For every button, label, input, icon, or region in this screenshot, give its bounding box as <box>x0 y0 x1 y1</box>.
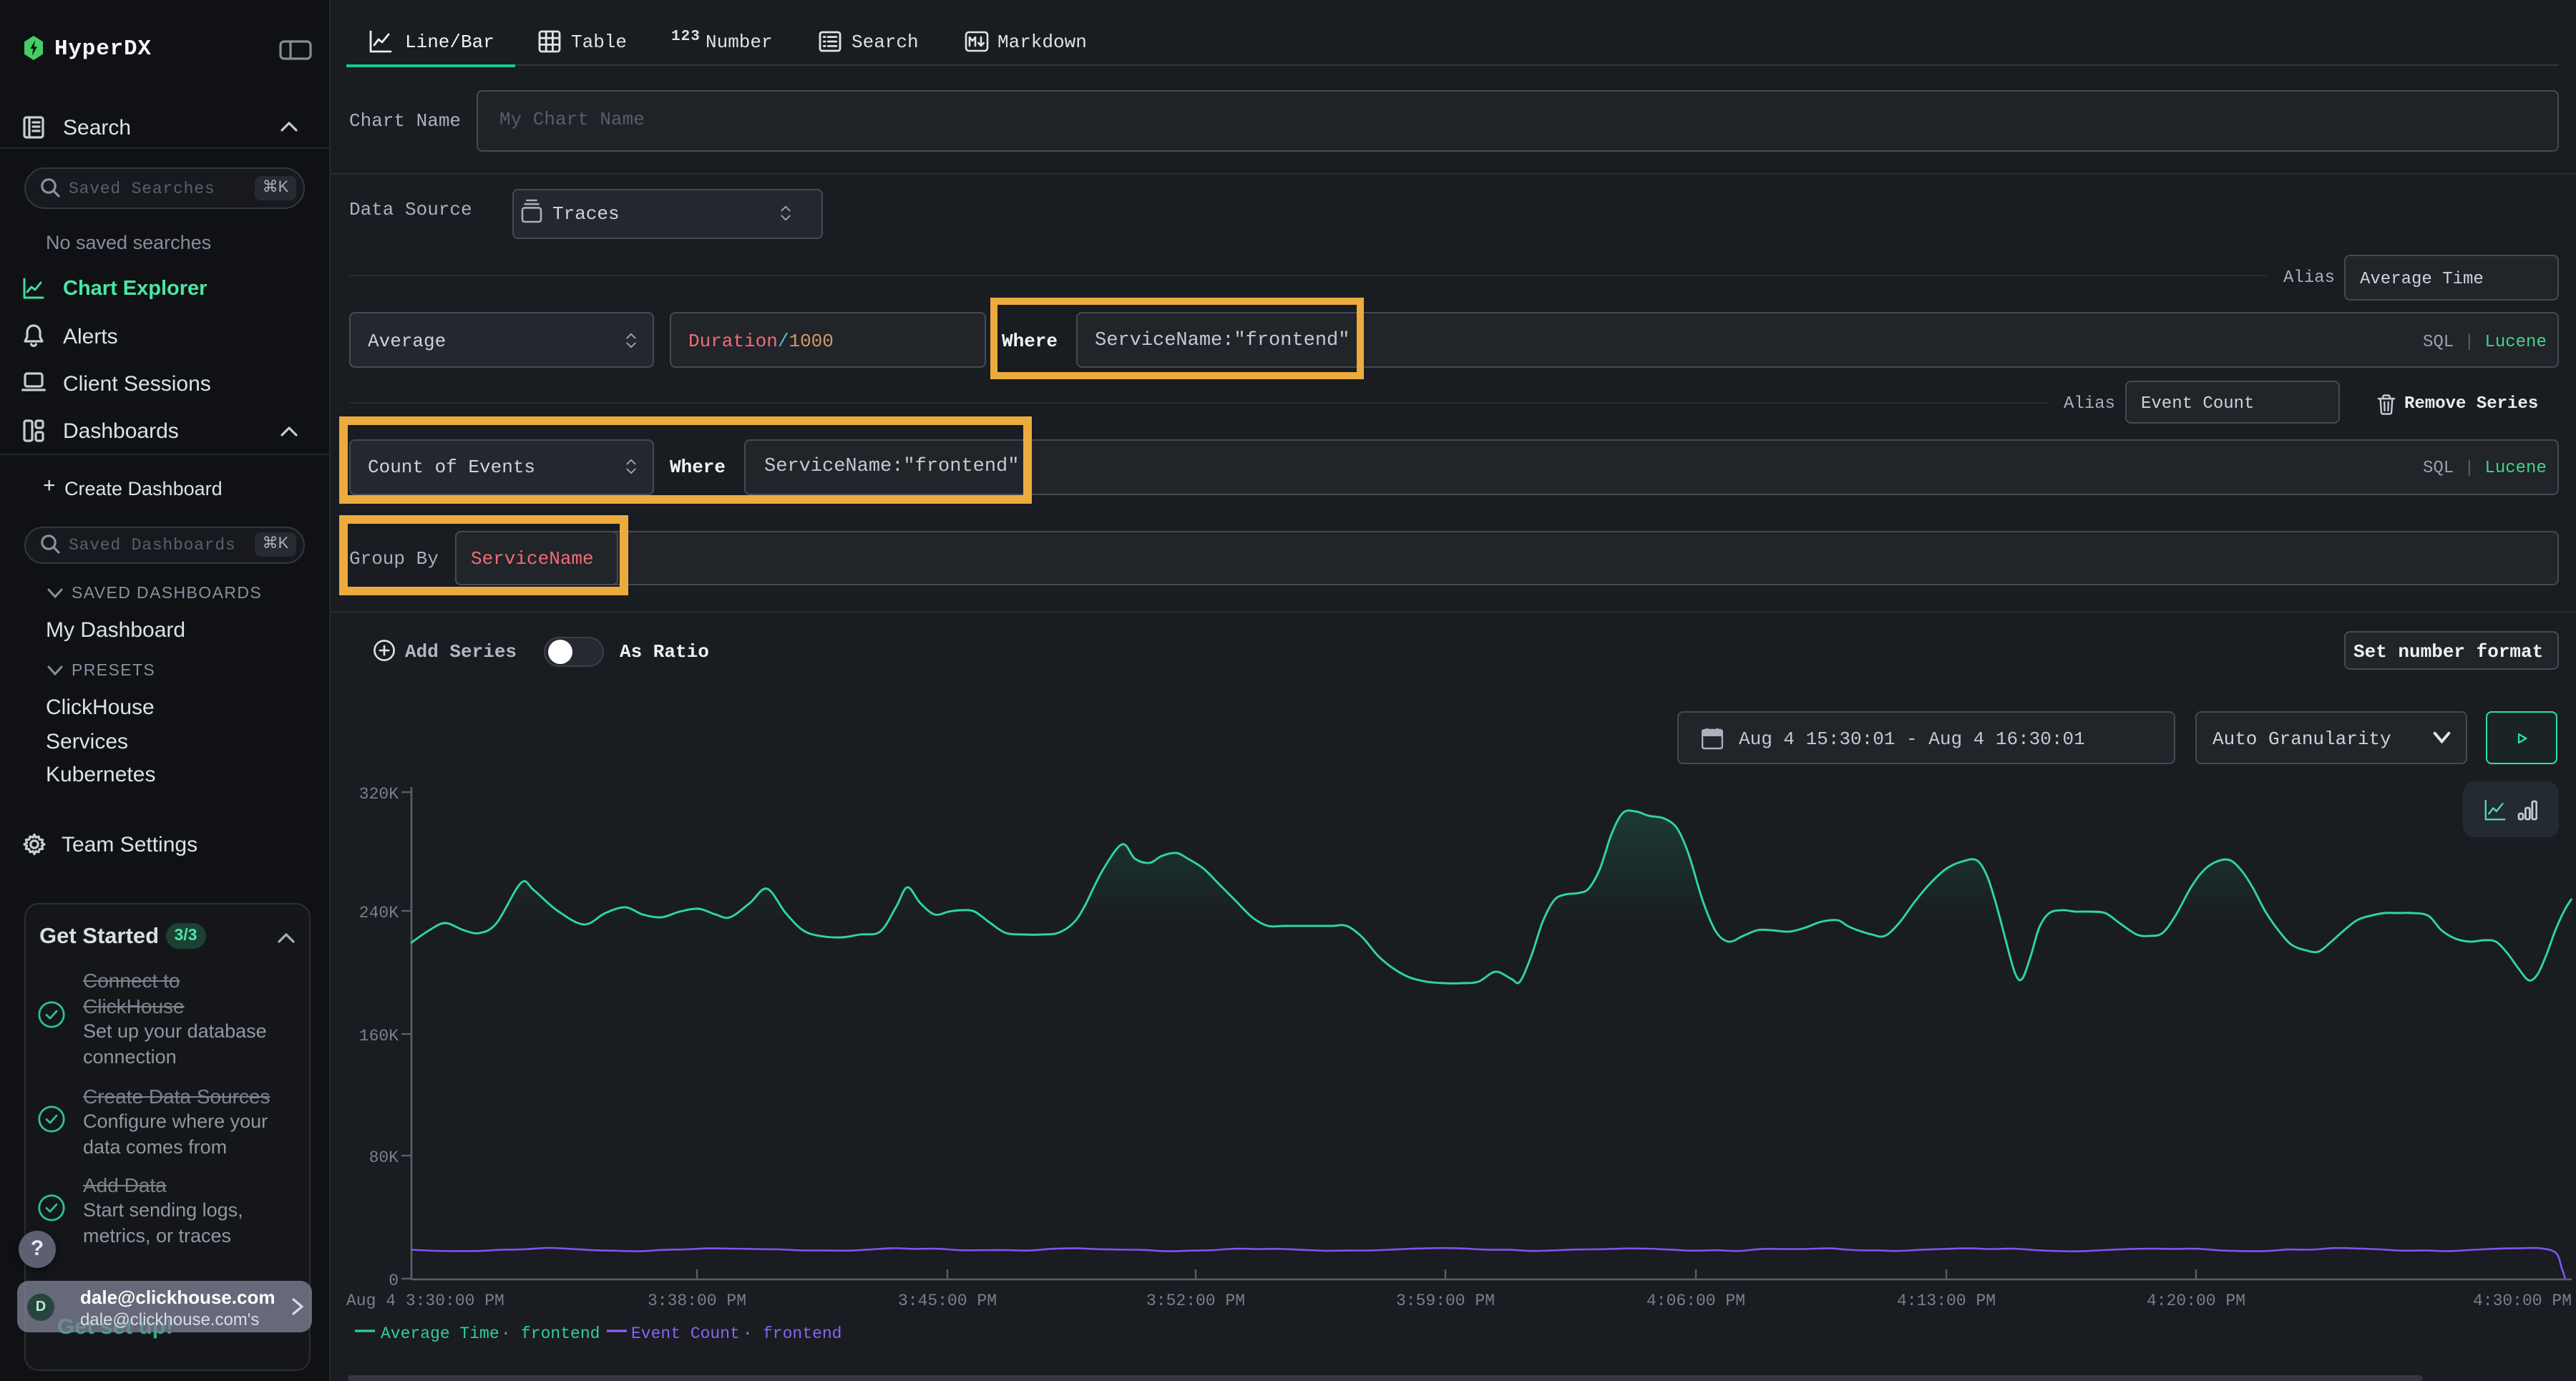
svg-text:3:59:00 PM: 3:59:00 PM <box>1396 1292 1495 1310</box>
svg-text:3:38:00 PM: 3:38:00 PM <box>648 1292 746 1310</box>
svg-text:4:13:00 PM: 4:13:00 PM <box>1897 1292 1996 1310</box>
svg-text:240K: 240K <box>359 904 399 922</box>
svg-text:80K: 80K <box>369 1148 399 1167</box>
svg-text:4:30:00 PM: 4:30:00 PM <box>2473 1292 2572 1310</box>
svg-text:·: · <box>743 1324 753 1343</box>
svg-text:3:45:00 PM: 3:45:00 PM <box>898 1292 997 1310</box>
svg-text:frontend: frontend <box>763 1324 841 1343</box>
svg-text:4:20:00 PM: 4:20:00 PM <box>2147 1292 2245 1310</box>
svg-text:·: · <box>501 1324 511 1343</box>
svg-text:320K: 320K <box>359 785 399 804</box>
svg-text:Event Count: Event Count <box>631 1324 740 1343</box>
svg-text:Average Time: Average Time <box>381 1324 499 1343</box>
svg-text:4:06:00 PM: 4:06:00 PM <box>1646 1292 1745 1310</box>
svg-text:0: 0 <box>389 1272 399 1290</box>
svg-text:frontend: frontend <box>521 1324 600 1343</box>
svg-text:3:52:00 PM: 3:52:00 PM <box>1146 1292 1245 1310</box>
svg-text:Aug 4 3:30:00 PM: Aug 4 3:30:00 PM <box>346 1292 504 1310</box>
svg-text:160K: 160K <box>359 1027 399 1045</box>
